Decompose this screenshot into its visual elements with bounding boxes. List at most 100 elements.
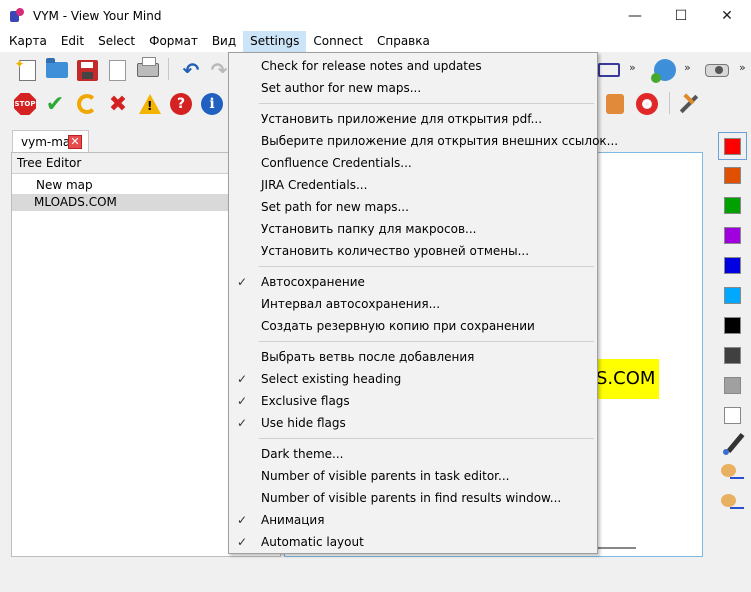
toolbar-overflow-chevron[interactable]: » — [739, 61, 746, 74]
settings-menu-item[interactable]: Установить приложение для открытия pdf..… — [229, 108, 597, 130]
flag-ok-button[interactable]: ✔ — [42, 91, 68, 117]
color-swatch-orange[interactable] — [724, 167, 741, 184]
settings-menu-item[interactable]: Создать резервную копию при сохранении — [229, 315, 597, 337]
close-tab-icon[interactable]: ✕ — [68, 135, 82, 149]
flag-stop-button[interactable]: STOP — [12, 91, 38, 117]
export-button[interactable] — [104, 57, 130, 83]
undo-button[interactable]: ↶ — [178, 57, 204, 83]
new-map-icon: ✦ — [15, 57, 36, 81]
network-button[interactable] — [596, 57, 622, 83]
settings-menu-item[interactable]: Интервал автосохранения... — [229, 293, 597, 315]
toolbar-overflow-chevron[interactable]: » — [629, 61, 636, 74]
flag-warning-button[interactable]: ! — [137, 91, 163, 117]
settings-menu-item[interactable]: Confluence Credentials... — [229, 152, 597, 174]
open-folder-icon — [46, 58, 68, 78]
new-map-button[interactable]: ✦ — [14, 57, 40, 83]
tools-button[interactable] — [676, 91, 702, 117]
paint-branch-icon[interactable] — [721, 492, 744, 512]
flag-thumb-down-button[interactable] — [602, 91, 628, 117]
map-branch-node[interactable]: S.COM — [596, 359, 659, 399]
color-swatch-green[interactable] — [724, 197, 741, 214]
color-swatch-dark-gray[interactable] — [724, 347, 741, 364]
settings-menu-item[interactable]: ✓ Select existing heading — [229, 368, 597, 390]
tools-icon — [678, 93, 700, 115]
redo-icon: ↷ — [210, 58, 228, 82]
save-icon — [76, 59, 98, 81]
flag-refresh-button[interactable] — [74, 91, 100, 117]
color-swatch-blue[interactable] — [724, 257, 741, 274]
flag-cross-button[interactable]: ✖ — [105, 91, 131, 117]
tab-vym-map[interactable]: vym-map ✕ — [12, 130, 89, 152]
title-bar: VYM - View Your Mind — ☐ ✕ — [0, 0, 751, 31]
menu-edit[interactable]: Edit — [54, 31, 91, 52]
projector-icon — [705, 63, 729, 77]
settings-menu-item-label: Number of visible parents in task editor… — [261, 469, 510, 483]
maximize-icon: ☐ — [674, 7, 688, 24]
settings-menu-item-label: Интервал автосохранения... — [261, 297, 441, 311]
open-map-button[interactable] — [44, 57, 70, 83]
minimize-button[interactable]: — — [612, 0, 658, 31]
thumb-down-icon — [606, 94, 624, 114]
flag-info-button[interactable]: i — [199, 91, 225, 117]
settings-menu-item[interactable]: JIRA Credentials... — [229, 174, 597, 196]
settings-menu-item[interactable]: Check for release notes and updates — [229, 55, 597, 77]
settings-menu-item[interactable]: ✓ Exclusive flags — [229, 390, 597, 412]
globe-button[interactable] — [651, 57, 678, 83]
check-icon: ✔ — [45, 91, 65, 117]
settings-menu-dropdown: Check for release notes and updates Set a… — [228, 52, 618, 554]
maximize-button[interactable]: ☐ — [658, 0, 704, 31]
menu-select[interactable]: Select — [91, 31, 142, 52]
map-horizontal-scrollbar[interactable] — [596, 547, 636, 549]
settings-menu-item-label: Установить папку для макросов... — [261, 222, 477, 236]
presentation-button[interactable] — [704, 57, 730, 83]
settings-menu-item[interactable]: ✓ Automatic layout — [229, 531, 597, 553]
settings-menu-item[interactable]: Number of visible parents in find result… — [229, 487, 597, 509]
settings-menu-item-label: Exclusive flags — [261, 394, 350, 408]
settings-menu-item[interactable]: Number of visible parents in task editor… — [229, 465, 597, 487]
menu-help[interactable]: Справка — [370, 31, 437, 52]
settings-menu-item-label: Confluence Credentials... — [261, 156, 412, 170]
export-icon — [108, 59, 126, 81]
save-map-button[interactable] — [74, 57, 100, 83]
settings-menu-item[interactable]: ✓ Анимация — [229, 509, 597, 531]
settings-menu-item-label: Set path for new maps... — [261, 200, 409, 214]
settings-menu-item[interactable]: Установить папку для макросов... — [229, 218, 597, 240]
flag-question-button[interactable]: ? — [168, 91, 194, 117]
minimize-icon: — — [628, 7, 642, 24]
settings-menu-item-label: Automatic layout — [261, 535, 364, 549]
settings-menu-item[interactable]: Выбрать ветвь после добавления — [229, 346, 597, 368]
color-swatch-black[interactable] — [724, 317, 741, 334]
vym-app-icon — [9, 7, 25, 24]
color-swatch-red[interactable] — [724, 138, 741, 155]
color-swatch-gray[interactable] — [724, 377, 741, 394]
settings-menu-item[interactable]: Установить количество уровней отмены... — [229, 240, 597, 262]
settings-menu-item[interactable]: Dark theme... — [229, 443, 597, 465]
check-mark-icon: ✓ — [237, 416, 248, 430]
color-swatch-light-blue[interactable] — [724, 287, 741, 304]
info-icon: i — [201, 93, 223, 115]
settings-menu-item[interactable]: Выберите приложение для открытия внешних… — [229, 130, 618, 152]
settings-menu-item[interactable]: ✓ Автосохранение — [229, 271, 597, 293]
menu-view[interactable]: Вид — [205, 31, 243, 52]
settings-menu-item-label: Установить количество уровней отмены... — [261, 244, 530, 258]
menu-map[interactable]: Карта — [0, 31, 54, 52]
color-swatch-white[interactable] — [724, 407, 741, 424]
close-window-button[interactable]: ✕ — [704, 0, 750, 31]
menu-settings[interactable]: Settings — [243, 31, 307, 52]
menu-connect[interactable]: Connect — [306, 31, 370, 52]
flag-lifebuoy-button[interactable] — [634, 91, 660, 117]
menu-bar: Карта Edit Select Формат Вид Settings Co… — [0, 31, 751, 52]
settings-menu-item-label: Check for release notes and updates — [261, 59, 482, 73]
settings-menu-item-label: Анимация — [261, 513, 325, 527]
toolbar-overflow-chevron[interactable]: » — [684, 61, 691, 74]
paint-text-icon[interactable] — [721, 462, 744, 482]
pipette-icon[interactable] — [723, 432, 745, 455]
menu-separator — [259, 103, 594, 104]
print-button[interactable] — [135, 57, 161, 83]
color-swatch-purple[interactable] — [724, 227, 741, 244]
settings-menu-item-label: Выбрать ветвь после добавления — [261, 350, 475, 364]
settings-menu-item[interactable]: ✓ Use hide flags — [229, 412, 597, 434]
menu-format[interactable]: Формат — [142, 31, 205, 52]
settings-menu-item[interactable]: Set path for new maps... — [229, 196, 597, 218]
settings-menu-item[interactable]: Set author for new maps... — [229, 77, 597, 99]
